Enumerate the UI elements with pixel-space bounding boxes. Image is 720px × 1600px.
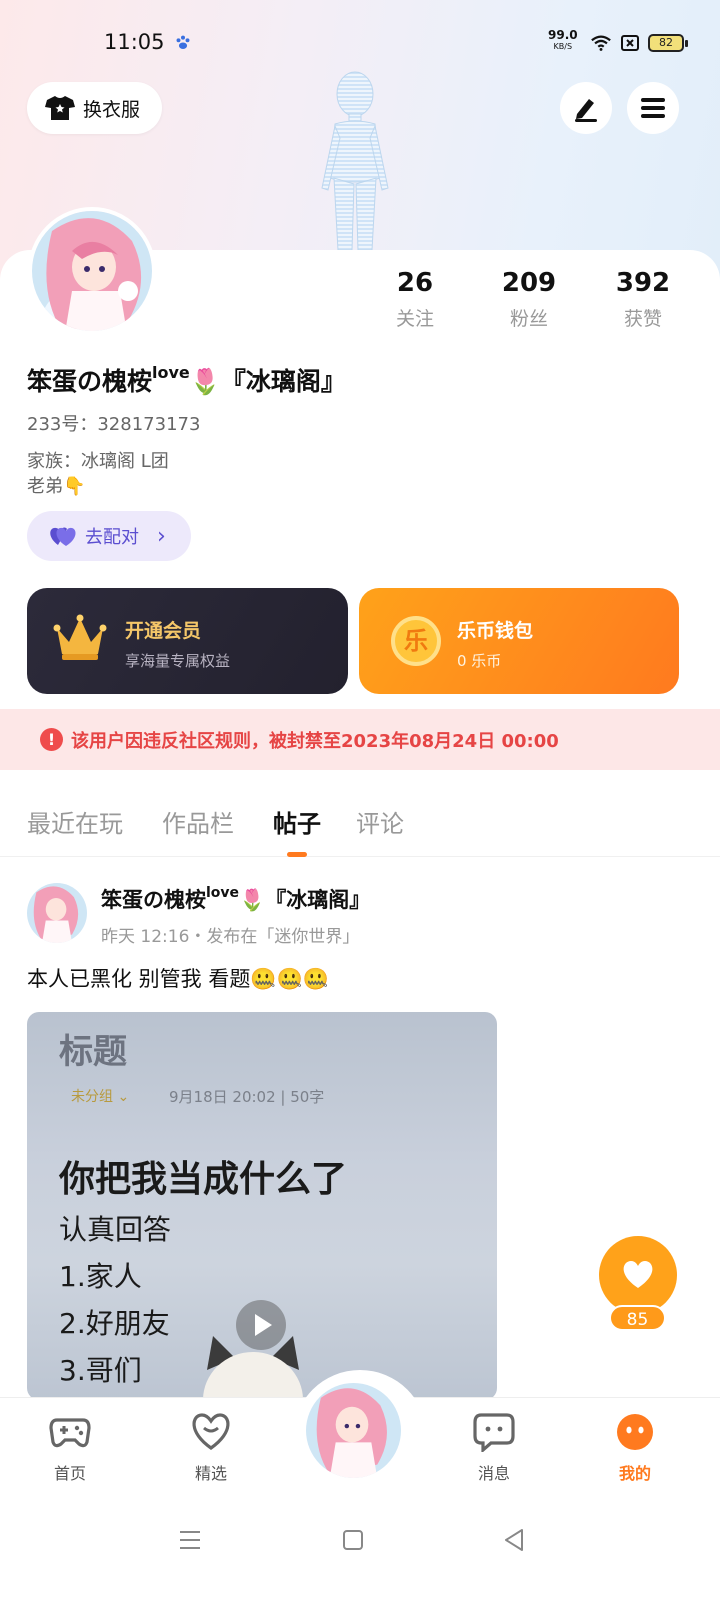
gamepad-icon [49, 1418, 91, 1448]
tab-posts[interactable]: 帖子 [273, 804, 321, 839]
wallet-balance: 0 乐币 [457, 652, 502, 670]
coin-icon: 乐 [391, 616, 441, 666]
image-date: 9月18日 20:02 | 50字 [169, 1088, 325, 1106]
system-navigation-bar [0, 1495, 720, 1600]
nav-me[interactable]: 我的 [595, 1412, 675, 1484]
nav-messages[interactable]: 消息 [454, 1412, 534, 1484]
paw-icon [176, 35, 190, 49]
image-group: 未分组 ⌄ [71, 1089, 130, 1105]
nav-home[interactable]: 首页 [30, 1412, 110, 1484]
nav-home-label: 首页 [53, 1464, 86, 1483]
clock: 11:05 [104, 30, 165, 54]
avatar-illustration [27, 883, 87, 943]
network-speed: 99.0 KB/S [548, 28, 578, 51]
nav-messages-label: 消息 [477, 1464, 510, 1483]
menu-button[interactable] [627, 82, 679, 134]
smile-face-icon [617, 1414, 653, 1450]
nav-me-label: 我的 [618, 1464, 651, 1483]
profile-tabs: 最近在玩 作品栏 帖子 评论 [0, 800, 720, 857]
change-outfit-button[interactable]: 换衣服 [27, 82, 162, 134]
wallet-title: 乐币钱包 [457, 620, 534, 642]
nav-featured[interactable]: 精选 [171, 1412, 251, 1484]
warning-icon: ! [40, 728, 63, 751]
followers-stat[interactable]: 209 粉丝 [479, 268, 579, 331]
image-question: 你把我当成什么了 [59, 1159, 348, 1200]
nav-center-avatar[interactable] [306, 1383, 401, 1478]
image-line: 1.家人 [59, 1260, 142, 1293]
ban-notice-text: 该用户因违反社区规则，被封禁至2023年08月24日 00:00 [71, 730, 559, 752]
battery-indicator: 82 [648, 34, 688, 52]
active-tab-indicator [287, 852, 307, 857]
tab-comments[interactable]: 评论 [356, 804, 404, 839]
edit-profile-button[interactable] [560, 82, 612, 134]
hamburger-menu-icon [641, 98, 665, 118]
vip-membership-card[interactable]: 开通会员 享海量专属权益 [27, 588, 348, 694]
tab-recently-played[interactable]: 最近在玩 [27, 804, 123, 839]
likes-stat[interactable]: 392 获赞 [593, 268, 693, 331]
like-count: 85 [609, 1305, 666, 1331]
image-line: 认真回答 [59, 1213, 172, 1246]
profile-avatar[interactable] [28, 207, 156, 335]
wifi-icon [591, 35, 611, 51]
play-button[interactable] [236, 1300, 286, 1350]
home-icon[interactable] [338, 1525, 368, 1555]
profile-bio: 老弟👇 [27, 476, 86, 497]
tab-works[interactable]: 作品栏 [162, 804, 234, 839]
heart-icon [623, 1261, 653, 1288]
double-heart-icon [50, 527, 76, 546]
post-author-name[interactable]: 笨蛋の槐桉 love 🌷『冰璃阁』 [101, 884, 370, 914]
post-text: 本人已黑化 别管我 看题🤐🤐🤐 [27, 967, 329, 991]
coin-wallet-card[interactable]: 乐 乐币钱包 0 乐币 [359, 588, 679, 694]
hologram-character [321, 71, 389, 250]
post-meta: 昨天 12:16・发布在「迷你世界」 [101, 927, 360, 947]
no-sim-icon [621, 35, 639, 51]
ban-notice: ! 该用户因违反社区规则，被封禁至2023年08月24日 00:00 [0, 709, 720, 770]
vip-subtitle: 享海量专属权益 [125, 652, 231, 670]
image-line: 2.好朋友 [59, 1307, 170, 1340]
status-bar: 11:05 99.0 KB/S 82 [0, 28, 720, 64]
chat-icon [473, 1413, 515, 1454]
following-stat[interactable]: 26 关注 [365, 268, 465, 331]
avatar-illustration [306, 1383, 401, 1478]
pen-icon [575, 99, 597, 122]
image-title: 标题 [59, 1032, 127, 1072]
profile-username: 笨蛋の槐桉 love 🌷『冰璃阁』 [27, 362, 346, 397]
back-icon[interactable] [500, 1525, 530, 1555]
vip-title: 开通会员 [125, 620, 202, 642]
change-outfit-label: 换衣服 [83, 98, 141, 121]
post-author-avatar[interactable] [27, 883, 87, 943]
play-icon [255, 1314, 272, 1336]
like-button[interactable] [599, 1236, 677, 1314]
chevron-right-icon: › [157, 523, 166, 549]
match-button[interactable]: 去配对 › [27, 511, 191, 561]
tshirt-icon [45, 96, 75, 120]
user-id: 233号：328173173 [27, 414, 201, 435]
image-line: 3.哥们 [59, 1354, 142, 1387]
recent-apps-icon[interactable] [175, 1525, 205, 1555]
heart-icon [192, 1413, 230, 1450]
crown-icon [53, 614, 107, 660]
family-info: 家族：冰璃阁 L团 [27, 451, 169, 472]
nav-featured-label: 精选 [194, 1464, 227, 1483]
match-label: 去配对 [85, 527, 139, 548]
post-video-thumbnail[interactable]: 标题 未分组 ⌄ 9月18日 20:02 | 50字 你把我当成什么了 认真回答… [27, 1012, 497, 1400]
